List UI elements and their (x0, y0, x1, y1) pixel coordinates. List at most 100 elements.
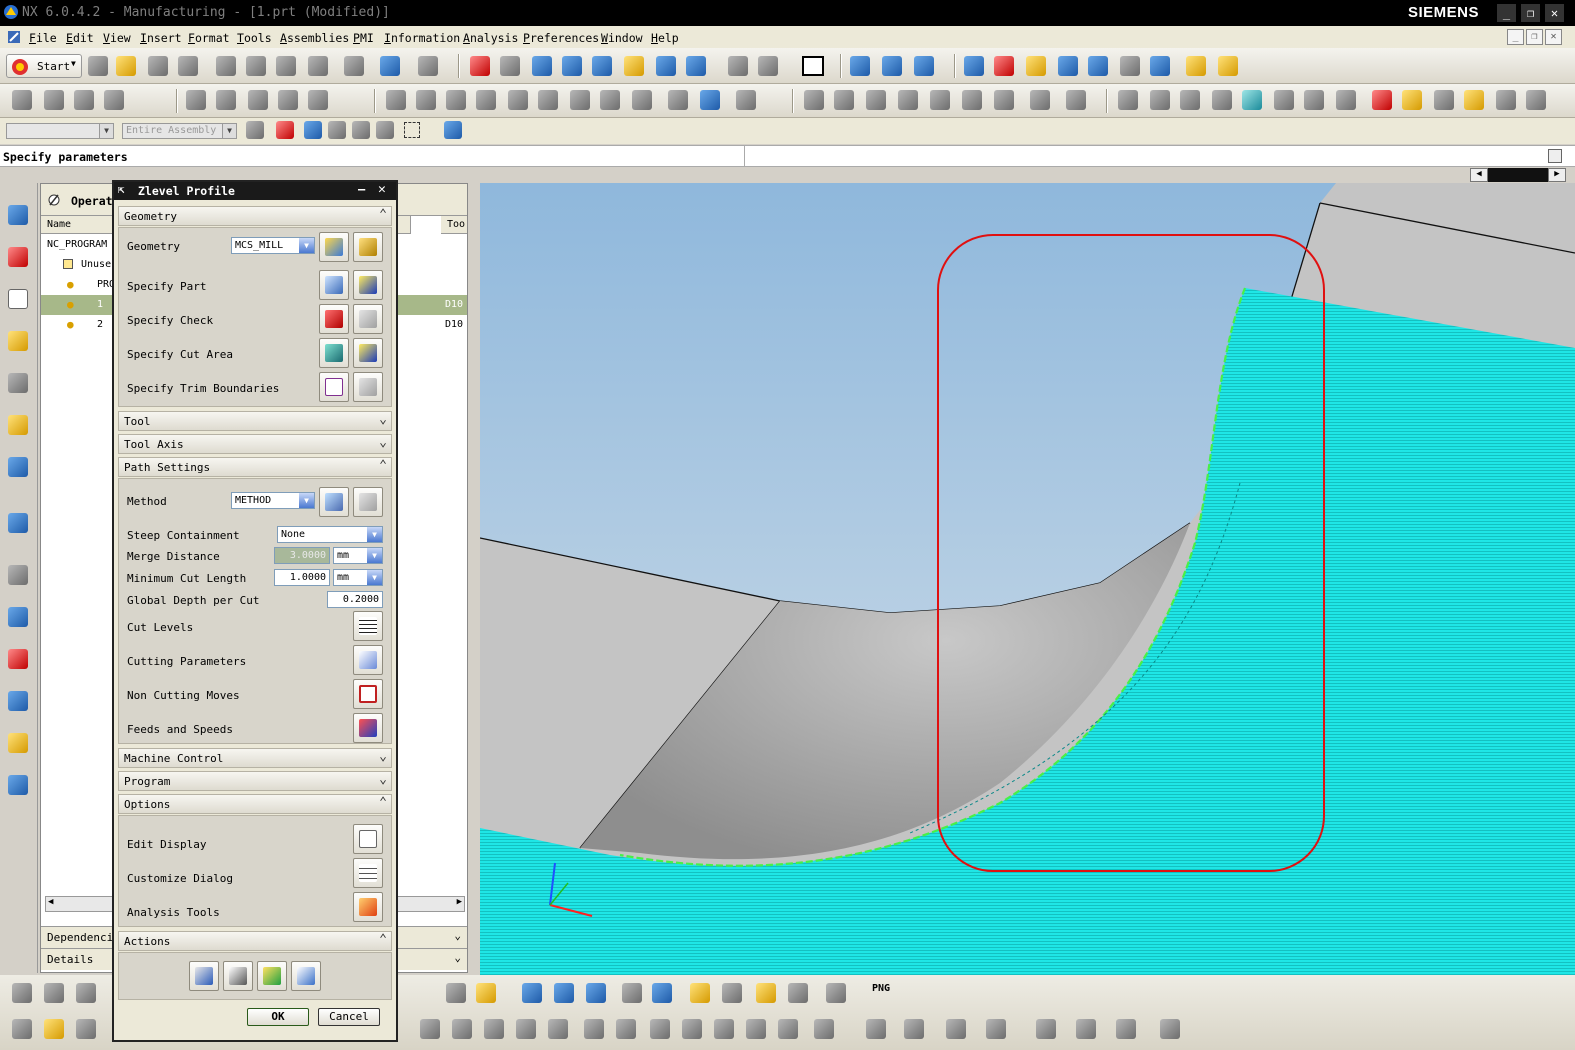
graphics-window[interactable] (480, 183, 1575, 975)
machine-tool-icon[interactable] (216, 90, 236, 110)
replay-icon[interactable] (882, 56, 902, 76)
bottom-tool-icon[interactable] (756, 983, 776, 1003)
bottom-tool-icon[interactable] (788, 983, 808, 1003)
bottom-tool-icon[interactable] (946, 1019, 966, 1039)
verify-icon[interactable] (914, 56, 934, 76)
scroll-right-icon[interactable]: ▶ (457, 897, 462, 907)
bottom-tool-icon[interactable] (650, 1019, 670, 1039)
open-icon[interactable] (116, 56, 136, 76)
reuse-library-icon[interactable] (8, 415, 28, 435)
dialog-minimize-icon[interactable]: — (358, 182, 365, 196)
path-settings-section-header[interactable]: Path Settings ⌃ (118, 457, 392, 477)
x-close-icon[interactable] (1066, 90, 1086, 110)
list-op-icon[interactable] (600, 90, 620, 110)
cue-expand-icon[interactable] (1548, 149, 1562, 163)
doc-minimize-button[interactable]: _ (1507, 29, 1524, 45)
zoom-icon[interactable] (532, 56, 552, 76)
menu-help[interactable]: Help (651, 31, 679, 45)
system-materials-icon[interactable] (8, 607, 28, 627)
menu-analysis[interactable]: Analysis (463, 31, 518, 45)
dialog-close-icon[interactable]: ✕ (378, 182, 386, 197)
navigator-pin-icon[interactable] (47, 193, 61, 207)
simulate-icon[interactable] (668, 90, 688, 110)
scroll-track[interactable] (1488, 168, 1548, 182)
analysis-tools-button[interactable] (353, 892, 383, 922)
measure-icon[interactable] (1088, 56, 1108, 76)
menu-preferences[interactable]: Preferences (523, 31, 599, 45)
generate-op-icon[interactable] (538, 90, 558, 110)
bottom-tool-icon[interactable] (652, 983, 672, 1003)
machining-method-icon[interactable] (278, 90, 298, 110)
layer-icon[interactable] (1058, 56, 1078, 76)
rotate-icon[interactable] (592, 56, 612, 76)
history-icon[interactable] (8, 565, 28, 585)
scope-combo[interactable]: Entire Assembly ▼ (122, 123, 237, 139)
bottom-tool-icon[interactable] (452, 1019, 472, 1039)
bottom-tool-icon[interactable] (44, 1019, 64, 1039)
display-icon[interactable] (1030, 90, 1050, 110)
bottom-tool-icon[interactable] (76, 983, 96, 1003)
merge-unit-select[interactable]: mm ▼ (333, 547, 383, 564)
shaded-icon[interactable] (758, 56, 778, 76)
merge-distance-input[interactable]: 3.0000 (274, 547, 330, 564)
menu-insert[interactable]: Insert (140, 31, 182, 45)
depth-per-cut-input[interactable]: 0.2000 (327, 591, 383, 608)
manufacturing-wizard-icon[interactable] (8, 691, 28, 711)
menu-tools[interactable]: Tools (237, 31, 272, 45)
bottom-tool-icon[interactable] (1116, 1019, 1136, 1039)
bottom-tool-icon[interactable] (44, 983, 64, 1003)
mill-planar-icon[interactable] (1118, 90, 1138, 110)
actions-section-header[interactable]: Actions ⌃ (118, 931, 392, 951)
paste-icon[interactable] (276, 56, 296, 76)
snap-point-icon[interactable] (276, 121, 294, 139)
point-snap-icon[interactable] (994, 56, 1014, 76)
bottom-tool-icon[interactable] (622, 983, 642, 1003)
blank-icon[interactable] (866, 90, 886, 110)
arrow-icon[interactable] (304, 121, 322, 139)
bottom-tool-icon[interactable] (866, 1019, 886, 1039)
new-method-button[interactable] (319, 487, 349, 517)
shop-doc-icon[interactable] (736, 90, 756, 110)
bottom-tool-icon[interactable] (746, 1019, 766, 1039)
rectangle-select-icon[interactable] (404, 122, 420, 138)
dialog-pin-icon[interactable]: ⇱ (118, 183, 125, 196)
edit-method-button[interactable] (353, 487, 383, 517)
bottom-tool-icon[interactable] (516, 1019, 536, 1039)
bottom-tool-icon[interactable] (1036, 1019, 1056, 1039)
bottom-tool-icon[interactable] (814, 1019, 834, 1039)
geometry-view-icon[interactable] (248, 90, 268, 110)
bottom-tool-icon[interactable] (778, 1019, 798, 1039)
geometry-section-header[interactable]: Geometry ⌃ (118, 206, 392, 226)
pencil-icon[interactable] (1218, 56, 1238, 76)
list-button[interactable] (291, 961, 321, 991)
undo-icon[interactable] (344, 56, 364, 76)
delete-icon[interactable] (308, 56, 328, 76)
bottom-tool-icon[interactable] (76, 1019, 96, 1039)
display-cut-area-button[interactable] (353, 338, 383, 368)
info-icon[interactable] (1120, 56, 1140, 76)
mill-multi-axis-icon[interactable] (1180, 90, 1200, 110)
roles-icon[interactable] (8, 733, 28, 753)
cut-op-icon[interactable] (416, 90, 436, 110)
create-geometry-icon[interactable] (74, 90, 94, 110)
method-select[interactable]: METHOD ▼ (231, 492, 315, 509)
specify-cut-area-button[interactable] (319, 338, 349, 368)
minimize-button[interactable]: _ (1497, 4, 1516, 22)
analysis-icon[interactable] (1150, 56, 1170, 76)
menu-file[interactable]: File (29, 31, 57, 45)
assembly-icon[interactable] (1434, 90, 1454, 110)
bottom-tool-icon[interactable] (616, 1019, 636, 1039)
menu-pmi[interactable]: PMI (353, 31, 374, 45)
cut-icon[interactable] (216, 56, 236, 76)
machine-control-section-header[interactable]: Machine Control ⌄ (118, 748, 392, 768)
menu-format[interactable]: Format (188, 31, 230, 45)
non-cutting-moves-button[interactable] (353, 679, 383, 709)
edit-display-button[interactable] (353, 824, 383, 854)
bottom-tool-icon[interactable] (1160, 1019, 1180, 1039)
replay-op-icon[interactable] (570, 90, 590, 110)
menu-information[interactable]: Information (384, 31, 460, 45)
assembly-navigator-icon[interactable] (8, 205, 28, 225)
object-icon[interactable] (994, 90, 1014, 110)
save-icon[interactable] (148, 56, 168, 76)
hd3d-icon[interactable] (8, 457, 28, 477)
